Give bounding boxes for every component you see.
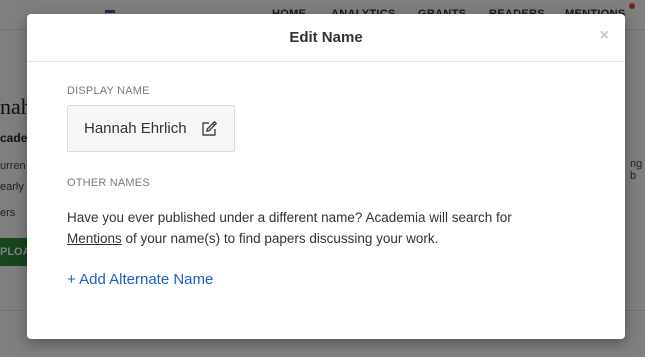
close-icon[interactable]: × — [600, 28, 609, 44]
other-names-label: OTHER NAMES — [67, 177, 150, 189]
add-alternate-name-link[interactable]: + Add Alternate Name — [67, 271, 213, 288]
display-name-value: Hannah Ehrlich — [84, 120, 187, 137]
description-text: of your name(s) to find papers discussin… — [121, 231, 439, 246]
modal-header: Edit Name × — [27, 14, 625, 62]
display-name-edit-button[interactable]: Hannah Ehrlich — [67, 105, 235, 152]
mentions-link[interactable]: Mentions — [67, 231, 122, 246]
display-name-label: DISPLAY NAME — [67, 85, 150, 97]
other-names-description: Have you ever published under a differen… — [67, 207, 527, 249]
description-text: Have you ever published under a differen… — [67, 210, 512, 225]
modal-title: Edit Name — [289, 29, 363, 46]
edit-pencil-icon — [202, 121, 217, 136]
edit-name-modal: Edit Name × DISPLAY NAME Hannah Ehrlich … — [27, 14, 625, 339]
